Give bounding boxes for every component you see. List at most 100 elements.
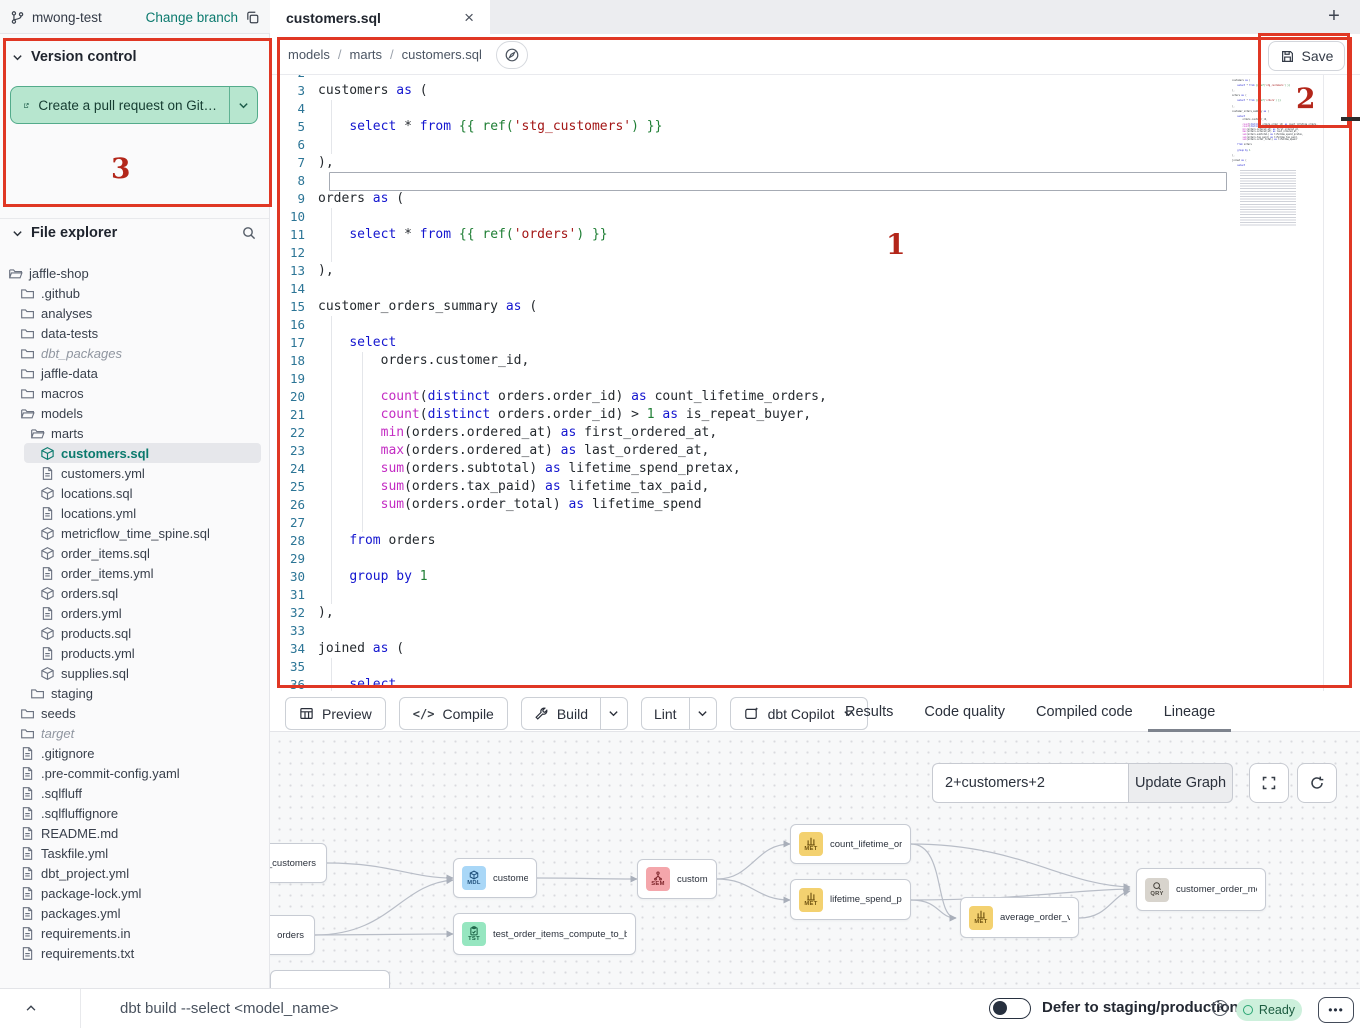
code-line-15[interactable]: 15customer_orders_summary as ( (270, 298, 1360, 316)
file-item-taskfile-yml[interactable]: Taskfile.yml (0, 843, 269, 863)
line-number[interactable]: 13 (270, 262, 318, 280)
lineage-node-customers[interactable]: MDLcustomers (453, 858, 537, 898)
lineage-node-average-order-value[interactable]: METaverage_order_value (960, 897, 1079, 938)
code-line-31[interactable]: 31 (270, 586, 1360, 604)
lineage-node-partial[interactable] (270, 970, 390, 988)
file-item-macros[interactable]: macros (0, 383, 269, 403)
code-line-29[interactable]: 29 (270, 550, 1360, 568)
tab-lineage[interactable]: Lineage (1160, 691, 1220, 732)
code-line-21[interactable]: 21 count(distinct orders.order_id) > 1 a… (270, 406, 1360, 424)
line-number[interactable]: 17 (270, 334, 318, 352)
file-item-staging[interactable]: staging (0, 683, 269, 703)
file-item-order-items-yml[interactable]: order_items.yml (0, 563, 269, 583)
tab-code-quality[interactable]: Code quality (920, 691, 1009, 732)
file-explorer-header[interactable]: File explorer (12, 225, 257, 241)
file-item-models[interactable]: models (0, 403, 269, 423)
code-line-16[interactable]: 16 (270, 316, 1360, 334)
code-line-30[interactable]: 30 group by 1 (270, 568, 1360, 586)
line-number[interactable]: 22 (270, 424, 318, 442)
search-icon[interactable] (241, 225, 257, 241)
code-line-36[interactable]: 36 select (270, 676, 1360, 691)
file-item-requirements-txt[interactable]: requirements.txt (0, 943, 269, 963)
code-line-18[interactable]: 18 orders.customer_id, (270, 352, 1360, 370)
copy-icon[interactable] (245, 10, 260, 25)
line-number[interactable]: 25 (270, 478, 318, 496)
line-number[interactable]: 31 (270, 586, 318, 604)
tab-compiled-code[interactable]: Compiled code (1032, 691, 1137, 732)
line-number[interactable]: 11 (270, 226, 318, 244)
code-line-32[interactable]: 32), (270, 604, 1360, 622)
code-line-19[interactable]: 19 (270, 370, 1360, 388)
file-item-dbt-packages[interactable]: dbt_packages (0, 343, 269, 363)
code-editor[interactable]: 23customers as (45 select * from {{ ref(… (270, 75, 1360, 691)
file-item-marts[interactable]: marts (0, 423, 269, 443)
file-item-readme-md[interactable]: README.md (0, 823, 269, 843)
code-line-4[interactable]: 4 (270, 100, 1360, 118)
code-line-27[interactable]: 27 (270, 514, 1360, 532)
lineage-selector-input[interactable] (932, 763, 1128, 803)
line-number[interactable]: 12 (270, 244, 318, 262)
command-input[interactable]: dbt build --select <model_name> (120, 1000, 338, 1017)
file-item-orders-yml[interactable]: orders.yml (0, 603, 269, 623)
line-number[interactable]: 21 (270, 406, 318, 424)
lint-caret[interactable] (689, 698, 716, 729)
preview-button[interactable]: Preview (285, 697, 386, 730)
file-item-products-sql[interactable]: products.sql (0, 623, 269, 643)
editor-scroll-gutter[interactable] (1323, 75, 1324, 691)
code-line-7[interactable]: 7), (270, 154, 1360, 172)
code-line-6[interactable]: 6 (270, 136, 1360, 154)
line-number[interactable]: 26 (270, 496, 318, 514)
line-number[interactable]: 33 (270, 622, 318, 640)
code-line-14[interactable]: 14 (270, 280, 1360, 298)
code-line-33[interactable]: 33 (270, 622, 1360, 640)
code-line-8[interactable]: 8 (270, 172, 1360, 190)
line-number[interactable]: 4 (270, 100, 318, 118)
code-line-26[interactable]: 26 sum(orders.order_total) as lifetime_s… (270, 496, 1360, 514)
update-graph-button[interactable]: Update Graph (1128, 763, 1233, 803)
code-line-13[interactable]: 13), (270, 262, 1360, 280)
line-number[interactable]: 24 (270, 460, 318, 478)
tab-results[interactable]: Results (841, 691, 897, 732)
file-item-metricflow-time-spine-sql[interactable]: metricflow_time_spine.sql (0, 523, 269, 543)
line-number[interactable]: 19 (270, 370, 318, 388)
file-item-data-tests[interactable]: data-tests (0, 323, 269, 343)
file-item--pre-commit-config-yaml[interactable]: .pre-commit-config.yaml (0, 763, 269, 783)
line-number[interactable]: 2 (270, 75, 318, 82)
file-item--sqlfluffignore[interactable]: .sqlfluffignore (0, 803, 269, 823)
lineage-panel[interactable]: stg_customersordersMDLcustomersTSTtest_o… (270, 732, 1360, 988)
lineage-node-count-lifetime-orders[interactable]: METcount_lifetime_orders (790, 824, 911, 864)
line-number[interactable]: 28 (270, 532, 318, 550)
file-item-package-lock-yml[interactable]: package-lock.yml (0, 883, 269, 903)
line-number[interactable]: 15 (270, 298, 318, 316)
code-line-28[interactable]: 28 from orders (270, 532, 1360, 550)
line-number[interactable]: 8 (270, 172, 318, 190)
file-item--gitignore[interactable]: .gitignore (0, 743, 269, 763)
file-item-orders-sql[interactable]: orders.sql (0, 583, 269, 603)
line-number[interactable]: 18 (270, 352, 318, 370)
code-line-10[interactable]: 10 (270, 208, 1360, 226)
file-item-customers-sql[interactable]: customers.sql (24, 443, 261, 463)
line-number[interactable]: 5 (270, 118, 318, 136)
code-line-22[interactable]: 22 min(orders.ordered_at) as first_order… (270, 424, 1360, 442)
close-icon[interactable]: × (464, 9, 474, 26)
line-number[interactable]: 7 (270, 154, 318, 172)
help-icon[interactable]: ? (1212, 1000, 1228, 1016)
code-line-35[interactable]: 35 (270, 658, 1360, 676)
code-line-23[interactable]: 23 max(orders.ordered_at) as last_ordere… (270, 442, 1360, 460)
file-item-locations-yml[interactable]: locations.yml (0, 503, 269, 523)
code-line-34[interactable]: 34joined as ( (270, 640, 1360, 658)
lineage-node-customer-order-metrics[interactable]: QRYcustomer_order_metrics (1136, 868, 1266, 911)
build-button[interactable]: Build (522, 698, 600, 729)
file-item-customers-yml[interactable]: customers.yml (0, 463, 269, 483)
line-number[interactable]: 6 (270, 136, 318, 154)
code-line-9[interactable]: 9orders as ( (270, 190, 1360, 208)
build-caret[interactable] (600, 698, 627, 729)
code-line-24[interactable]: 24 sum(orders.subtotal) as lifetime_spen… (270, 460, 1360, 478)
lineage-node-test-order-items-compute-to-bools-[interactable]: TSTtest_order_items_compute_to_bools… (453, 913, 636, 955)
code-line-12[interactable]: 12 (270, 244, 1360, 262)
change-branch-link[interactable]: Change branch (146, 10, 238, 25)
new-tab-button[interactable]: + (1322, 4, 1346, 28)
line-number[interactable]: 36 (270, 676, 318, 691)
file-item-target[interactable]: target (0, 723, 269, 743)
file-item-products-yml[interactable]: products.yml (0, 643, 269, 663)
